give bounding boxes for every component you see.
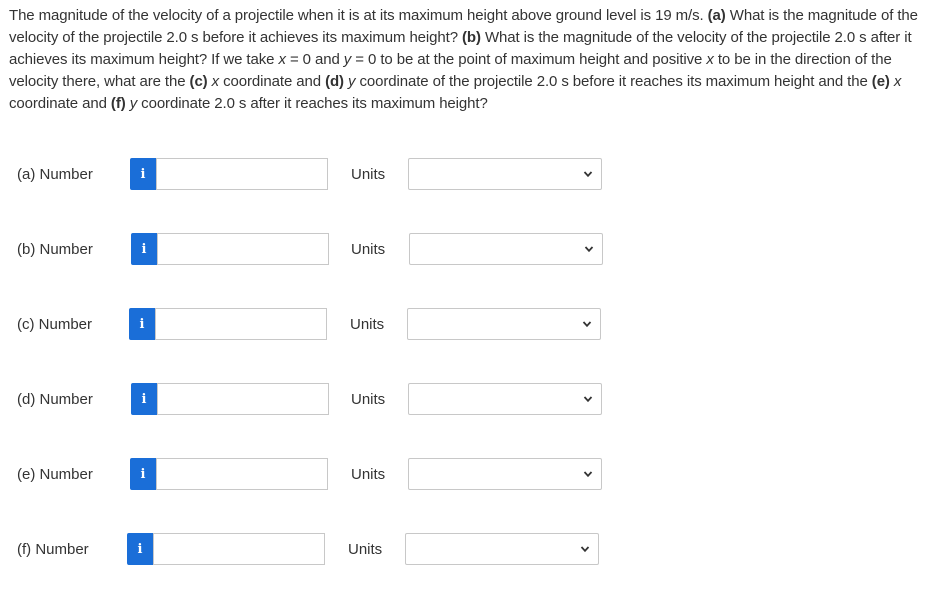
part-d-variable: y bbox=[348, 73, 356, 90]
number-input[interactable] bbox=[157, 383, 329, 415]
x-variable: x bbox=[278, 51, 286, 68]
part-e-text: coordinate and bbox=[9, 95, 107, 112]
question-intro: The magnitude of the velocity of a proje… bbox=[9, 7, 704, 24]
part-d-tag: (d) bbox=[325, 73, 344, 90]
chevron-down-icon bbox=[583, 171, 593, 178]
info-icon[interactable]: i bbox=[127, 533, 153, 565]
number-input[interactable] bbox=[156, 158, 328, 190]
chevron-down-icon bbox=[580, 546, 590, 553]
row-label: (e) Number bbox=[17, 466, 93, 483]
part-c-tag: (c) bbox=[189, 73, 208, 90]
info-icon[interactable]: i bbox=[130, 158, 156, 190]
chevron-down-icon bbox=[583, 396, 593, 403]
part-c-text: coordinate and bbox=[223, 73, 321, 90]
part-e-variable: x bbox=[893, 73, 902, 90]
units-select[interactable] bbox=[405, 533, 599, 565]
answer-row-d: (d) Number i Units bbox=[0, 383, 936, 417]
y-variable: y bbox=[343, 51, 352, 68]
row-label: (b) Number bbox=[17, 241, 93, 258]
answer-row-c: (c) Number i Units bbox=[0, 308, 936, 342]
part-f-tag: (f) bbox=[110, 95, 126, 112]
units-select[interactable] bbox=[408, 158, 602, 190]
x-variable-direction: x bbox=[706, 51, 714, 68]
number-input[interactable] bbox=[156, 458, 328, 490]
units-select[interactable] bbox=[408, 383, 602, 415]
row-label: (d) Number bbox=[17, 391, 93, 408]
units-select[interactable] bbox=[407, 308, 601, 340]
chevron-down-icon bbox=[584, 246, 594, 253]
info-icon[interactable]: i bbox=[129, 308, 155, 340]
info-icon[interactable]: i bbox=[131, 233, 157, 265]
chevron-down-icon bbox=[583, 471, 593, 478]
row-label: (f) Number bbox=[17, 541, 89, 558]
number-input[interactable] bbox=[155, 308, 327, 340]
answer-row-f: (f) Number i Units bbox=[0, 533, 936, 567]
question-text: The magnitude of the velocity of a proje… bbox=[9, 5, 927, 115]
number-input[interactable] bbox=[157, 233, 329, 265]
number-input[interactable] bbox=[153, 533, 325, 565]
units-select[interactable] bbox=[409, 233, 603, 265]
units-label: Units bbox=[348, 541, 383, 558]
part-f-variable: y bbox=[129, 95, 138, 112]
units-label: Units bbox=[350, 316, 385, 333]
part-e-tag: (e) bbox=[871, 73, 890, 90]
part-b-tag: (b) bbox=[462, 29, 481, 46]
part-c-variable: x bbox=[211, 73, 220, 90]
answer-row-a: (a) Number i Units bbox=[0, 158, 936, 192]
row-label: (a) Number bbox=[17, 166, 93, 183]
x-equation: = 0 and bbox=[289, 51, 340, 68]
part-f-text: coordinate 2.0 s after it reaches its ma… bbox=[141, 95, 488, 112]
units-label: Units bbox=[351, 466, 386, 483]
chevron-down-icon bbox=[582, 321, 592, 328]
info-icon[interactable]: i bbox=[131, 383, 157, 415]
part-d-text: coordinate of the projectile 2.0 s befor… bbox=[359, 73, 868, 90]
answer-row-b: (b) Number i Units bbox=[0, 233, 936, 267]
row-label: (c) Number bbox=[17, 316, 93, 333]
part-a-tag: (a) bbox=[707, 7, 726, 24]
answer-row-e: (e) Number i Units bbox=[0, 458, 936, 492]
units-label: Units bbox=[351, 391, 386, 408]
y-equation: = 0 to be at the point of maximum height… bbox=[355, 51, 703, 68]
info-icon[interactable]: i bbox=[130, 458, 156, 490]
units-label: Units bbox=[351, 241, 386, 258]
units-label: Units bbox=[351, 166, 386, 183]
units-select[interactable] bbox=[408, 458, 602, 490]
